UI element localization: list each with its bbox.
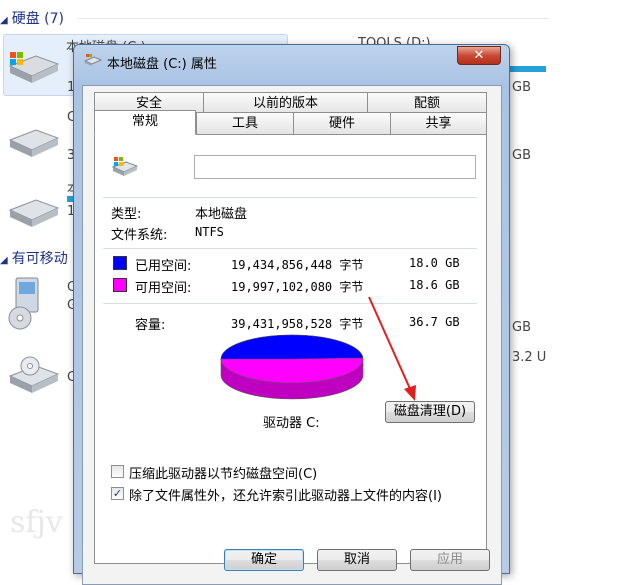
size-snippet: GB: [512, 148, 531, 163]
properties-dialog: 本地磁盘 (C:) 属性 ✕ 安全 以前的版本 配额 常规 工具 硬件 共享 类…: [73, 44, 510, 585]
free-space-bytes: 19,997,102,080 字节: [231, 280, 364, 294]
tab-tools[interactable]: 工具: [196, 112, 294, 135]
divider: [103, 197, 477, 198]
group-removable-label: 有可移动: [11, 251, 68, 267]
dialog-title: 本地磁盘 (C:) 属性: [107, 57, 217, 72]
collapse-bullet-icon: ◢: [0, 15, 8, 26]
general-tab-content: 类型: 本地磁盘 文件系统: NTFS 已用空间: 19,434,856,448…: [94, 134, 487, 564]
removable-disk-icon: [8, 277, 39, 330]
index-checkbox[interactable]: ✓: [111, 487, 124, 500]
type-value: 本地磁盘: [195, 207, 248, 222]
free-space-label: 可用空间:: [135, 281, 192, 296]
used-space-bytes: 19,434,856,448 字节: [231, 258, 364, 272]
group-removable[interactable]: ◢ 有可移动: [0, 248, 68, 268]
type-label: 类型:: [111, 207, 142, 222]
size-snippet: GB: [512, 320, 531, 335]
drive-d-usage-bar: [510, 66, 546, 72]
group-hard-drives[interactable]: ◢ 硬盘 (7): [0, 8, 548, 28]
drive-icon: [111, 157, 139, 176]
group-hard-drives-label: 硬盘 (7): [11, 11, 64, 27]
size-snippet: GB: [512, 80, 531, 95]
compress-label: 压缩此驱动器以节约磁盘空间(C): [129, 467, 318, 482]
close-button[interactable]: ✕: [457, 46, 501, 65]
used-space-gb: 18.0 GB: [409, 256, 460, 270]
disk-usage-pie: [220, 334, 364, 400]
close-icon: ✕: [473, 48, 485, 63]
index-check-mark: ✓: [112, 487, 123, 500]
dialog-titlebar[interactable]: 本地磁盘 (C:) 属性 ✕: [74, 45, 509, 77]
watermark: sfjv: [10, 505, 63, 540]
ok-button[interactable]: 确定: [224, 549, 304, 571]
annotation-arrow: [368, 296, 416, 401]
drive-label: 驱动器 C:: [263, 416, 320, 431]
free-space-gb: 18.6 GB: [409, 278, 460, 292]
pie-used-slice: [220, 334, 364, 360]
capacity-label: 容量:: [135, 318, 166, 333]
drive-title-icon: [84, 54, 102, 66]
group-divider: [78, 18, 548, 19]
used-space-swatch: [113, 256, 127, 270]
divider: [103, 248, 477, 249]
dvd-drive-icon: [8, 356, 60, 393]
apply-button[interactable]: 应用: [410, 549, 490, 571]
compress-checkbox[interactable]: [111, 465, 124, 478]
index-label: 除了文件属性外，还允许索引此驱动器上文件的内容(I): [129, 489, 442, 504]
size-snippet: 3.2 U: [512, 350, 547, 365]
hard-drive-icon: [8, 199, 60, 227]
tab-general[interactable]: 常规: [94, 110, 196, 135]
tab-sharing[interactable]: 共享: [390, 112, 487, 135]
collapse-bullet-icon: ◢: [0, 255, 8, 266]
tab-hardware[interactable]: 硬件: [293, 112, 391, 135]
hard-drive-icon: [8, 129, 60, 157]
cancel-button[interactable]: 取消: [317, 549, 397, 571]
volume-name-input[interactable]: [194, 155, 476, 179]
filesystem-label: 文件系统:: [111, 228, 168, 243]
used-space-label: 已用空间:: [135, 259, 192, 274]
capacity-bytes: 39,431,958,528 字节: [231, 317, 364, 331]
hard-drive-windows-icon: [8, 52, 60, 83]
free-space-swatch: [113, 278, 127, 292]
filesystem-value: NTFS: [195, 225, 224, 239]
